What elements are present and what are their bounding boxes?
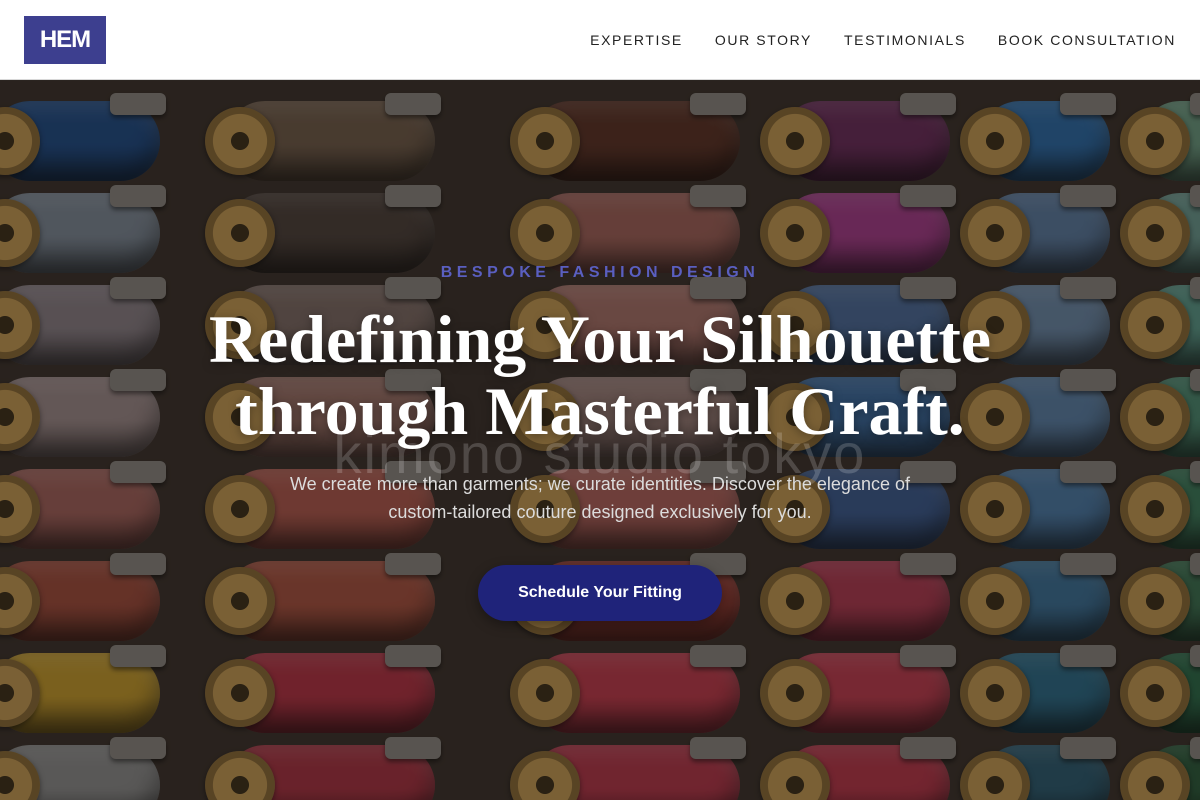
brand-logo[interactable]: HEM — [24, 15, 106, 64]
schedule-fitting-button[interactable]: Schedule Your Fitting — [478, 565, 722, 621]
hero-subtitle: We create more than garments; we curate … — [290, 474, 910, 522]
nav-link-book-consultation[interactable]: BOOK CONSULTATION — [998, 32, 1176, 48]
hero-headline-line-1: Redefining Your Silhouette — [208, 301, 992, 377]
hero-eyebrow: BESPOKE FASHION DESIGN — [440, 264, 760, 281]
nav-link-our-story[interactable]: OUR STORY — [715, 32, 812, 48]
hero-content: BESPOKE FASHION DESIGN kimono studio tok… — [0, 81, 1200, 800]
nav-link-expertise[interactable]: EXPERTISE — [590, 32, 683, 48]
hero-headline-line-2: through Masterful Craft. — [235, 373, 965, 449]
main-nav: EXPERTISE OUR STORY TESTIMONIALS BOOK CO… — [590, 32, 1176, 48]
nav-link-testimonials[interactable]: TESTIMONIALS — [844, 32, 966, 48]
site-header: HEM EXPERTISE OUR STORY TESTIMONIALS BOO… — [0, 0, 1200, 80]
hero-headline: Redefining Your Silhouette through Maste… — [100, 303, 1100, 447]
